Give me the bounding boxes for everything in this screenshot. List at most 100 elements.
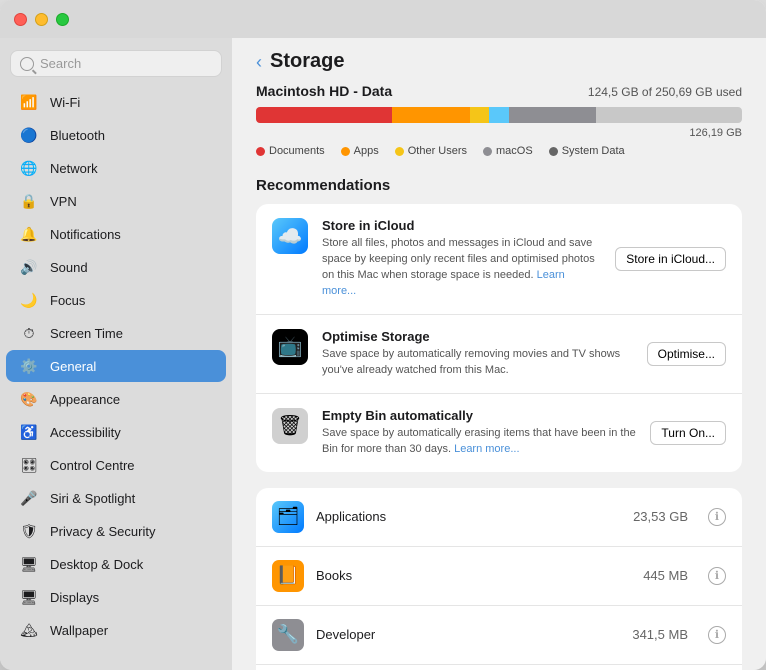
network-icon: 🌐 — [18, 157, 40, 179]
vpn-label: VPN — [50, 194, 77, 209]
close-button[interactable] — [14, 13, 27, 26]
developer-icon: 🔧 — [272, 619, 304, 651]
icloud-text: Store in iCloud Store all files, photos … — [322, 218, 601, 300]
applications-icon: 🗂 — [272, 501, 304, 533]
app-window: Search 📶 Wi-Fi 🔵 Bluetooth 🌐 Network 🔒 V… — [0, 0, 766, 670]
sidebar-item-appearance[interactable]: 🎨 Appearance — [6, 383, 226, 415]
books-label: Books — [316, 568, 631, 583]
legend-item-documents: Documents — [256, 145, 325, 157]
notifications-label: Notifications — [50, 227, 121, 242]
drive-name: Macintosh HD - Data — [256, 83, 392, 99]
sidebar-item-wallpaper[interactable]: 🏔 Wallpaper — [6, 614, 226, 646]
developer-label: Developer — [316, 627, 620, 642]
optimise-button[interactable]: Optimise... — [647, 342, 726, 366]
rec-card-emptybin: 🗑 Empty Bin automatically Save space by … — [256, 394, 742, 472]
bar-segment-apps — [392, 107, 470, 123]
focus-label: Focus — [50, 293, 85, 308]
legend-dot — [395, 147, 404, 156]
storage-section: Macintosh HD - Data 124,5 GB of 250,69 G… — [256, 83, 742, 157]
sidebar-item-network[interactable]: 🌐 Network — [6, 152, 226, 184]
bar-segment-macos — [489, 107, 508, 123]
sidebar-item-focus[interactable]: 🌙 Focus — [6, 284, 226, 316]
notifications-icon: 🔔 — [18, 223, 40, 245]
focus-icon: 🌙 — [18, 289, 40, 311]
sidebar-item-vpn[interactable]: 🔒 VPN — [6, 185, 226, 217]
wifi-icon: 📶 — [18, 91, 40, 113]
accessibility-label: Accessibility — [50, 425, 121, 440]
sidebar-item-accessibility[interactable]: ♿ Accessibility — [6, 416, 226, 448]
sidebar-item-desktopdock[interactable]: 🖥 Desktop & Dock — [6, 548, 226, 580]
developer-info-button[interactable]: ℹ — [708, 626, 726, 644]
icloud-desc: Store all files, photos and messages in … — [322, 236, 601, 300]
search-icon — [20, 57, 34, 71]
learn-more-link[interactable]: Learn more... — [454, 443, 519, 455]
sound-label: Sound — [50, 260, 88, 275]
wifi-label: Wi-Fi — [50, 95, 80, 110]
learn-more-link[interactable]: Learn more... — [322, 269, 565, 297]
legend-item-system-data: System Data — [549, 145, 625, 157]
sidebar: Search 📶 Wi-Fi 🔵 Bluetooth 🌐 Network 🔒 V… — [0, 0, 232, 670]
storage-list-item-books[interactable]: 📙 Books 445 MB ℹ — [256, 547, 742, 606]
bar-segment-other-users — [470, 107, 489, 123]
legend-label: Documents — [269, 145, 325, 157]
titlebar — [0, 0, 232, 38]
books-size: 445 MB — [643, 568, 688, 583]
sidebar-item-bluetooth[interactable]: 🔵 Bluetooth — [6, 119, 226, 151]
bar-segment-system-data — [509, 107, 596, 123]
storage-legend: Documents Apps Other Users macOS System … — [256, 145, 742, 157]
maximize-button[interactable] — [56, 13, 69, 26]
search-bar[interactable]: Search — [10, 50, 222, 77]
bar-segment-documents — [256, 107, 392, 123]
optimise-desc: Save space by automatically removing mov… — [322, 347, 633, 379]
icloud-title: Store in iCloud — [322, 218, 601, 233]
applications-info-button[interactable]: ℹ — [708, 508, 726, 526]
desktopdock-label: Desktop & Dock — [50, 557, 143, 572]
vpn-icon: 🔒 — [18, 190, 40, 212]
screentime-icon: ⏱ — [18, 322, 40, 344]
privacy-label: Privacy & Security — [50, 524, 155, 539]
icloud-icon: ☁️ — [272, 218, 308, 254]
siri-label: Siri & Spotlight — [50, 491, 135, 506]
sidebar-item-general[interactable]: ⚙️ General — [6, 350, 226, 382]
storage-remaining: 126,19 GB — [256, 127, 742, 139]
wallpaper-icon: 🏔 — [18, 619, 40, 641]
content-header: ‹ Storage — [232, 38, 766, 83]
storage-bar — [256, 107, 742, 123]
sidebar-item-privacy[interactable]: 🛡 Privacy & Security — [6, 515, 226, 547]
screentime-label: Screen Time — [50, 326, 123, 341]
displays-label: Displays — [50, 590, 99, 605]
icloud-button[interactable]: Store in iCloud... — [615, 247, 726, 271]
appearance-label: Appearance — [50, 392, 120, 407]
sidebar-item-notifications[interactable]: 🔔 Notifications — [6, 218, 226, 250]
search-placeholder: Search — [40, 56, 81, 71]
controlcentre-label: Control Centre — [50, 458, 135, 473]
legend-label: System Data — [562, 145, 625, 157]
rec-card-optimise: 📺 Optimise Storage Save space by automat… — [256, 315, 742, 394]
accessibility-icon: ♿ — [18, 421, 40, 443]
storage-list-item-developer[interactable]: 🔧 Developer 341,5 MB ℹ — [256, 606, 742, 665]
emptybin-desc: Save space by automatically erasing item… — [322, 426, 636, 458]
desktopdock-icon: 🖥 — [18, 553, 40, 575]
back-button[interactable]: ‹ — [256, 53, 262, 71]
legend-dot — [341, 147, 350, 156]
storage-list-item-applications[interactable]: 🗂 Applications 23,53 GB ℹ — [256, 488, 742, 547]
minimize-button[interactable] — [35, 13, 48, 26]
sidebar-item-screentime[interactable]: ⏱ Screen Time — [6, 317, 226, 349]
legend-dot — [256, 147, 265, 156]
sidebar-nav: 📶 Wi-Fi 🔵 Bluetooth 🌐 Network 🔒 VPN 🔔 No… — [0, 85, 232, 647]
recommendations-heading: Recommendations — [256, 177, 742, 194]
bluetooth-icon: 🔵 — [18, 124, 40, 146]
emptybin-button[interactable]: Turn On... — [650, 421, 726, 445]
rec-card-icloud: ☁️ Store in iCloud Store all files, phot… — [256, 204, 742, 315]
storage-list-item-documents[interactable]: 📄 Documents 59,9 GB ℹ — [256, 665, 742, 670]
sidebar-item-sound[interactable]: 🔊 Sound — [6, 251, 226, 283]
books-info-button[interactable]: ℹ — [708, 567, 726, 585]
content-body: Macintosh HD - Data 124,5 GB of 250,69 G… — [232, 83, 766, 670]
sidebar-item-wifi[interactable]: 📶 Wi-Fi — [6, 86, 226, 118]
legend-dot — [549, 147, 558, 156]
sidebar-item-displays[interactable]: 🖥 Displays — [6, 581, 226, 613]
sidebar-item-controlcentre[interactable]: 🎛 Control Centre — [6, 449, 226, 481]
recommendations-list: ☁️ Store in iCloud Store all files, phot… — [256, 204, 742, 472]
sidebar-item-siri[interactable]: 🎤 Siri & Spotlight — [6, 482, 226, 514]
books-icon: 📙 — [272, 560, 304, 592]
